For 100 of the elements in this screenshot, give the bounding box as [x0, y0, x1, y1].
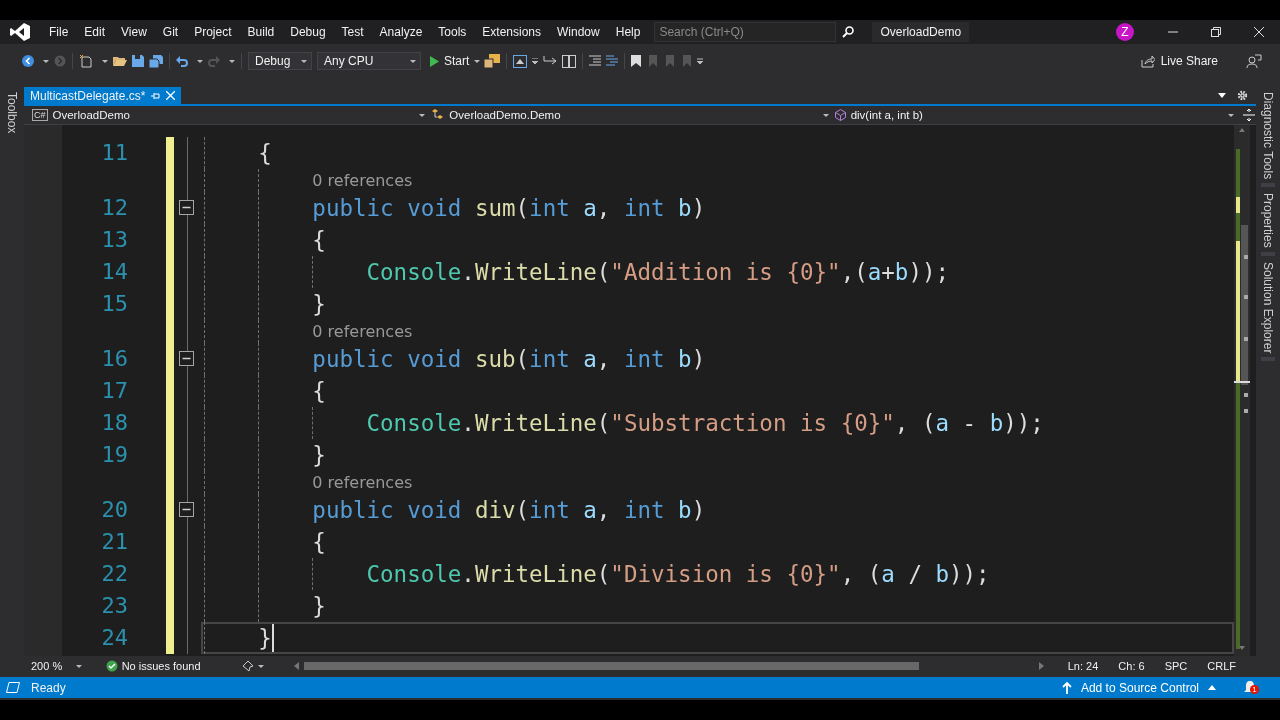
settings-icon[interactable]: [1237, 89, 1248, 101]
close-icon[interactable]: [1254, 27, 1264, 37]
collapse-icon[interactable]: [179, 502, 194, 518]
menu-item[interactable]: File: [41, 22, 77, 42]
code-line: }: [312, 441, 326, 468]
window-icon[interactable]: [513, 54, 528, 68]
menu-item[interactable]: Git: [154, 22, 187, 42]
menu-item[interactable]: View: [113, 22, 155, 42]
save-icon[interactable]: [132, 55, 144, 67]
feedback-icon[interactable]: [1246, 54, 1262, 68]
menu-item[interactable]: Extensions: [474, 22, 550, 42]
new-item-icon[interactable]: [79, 54, 93, 68]
line-number: 23: [100, 591, 129, 620]
restore-icon[interactable]: [1211, 27, 1221, 37]
line-number: 21: [100, 527, 129, 556]
cleanup-dropdown[interactable]: [241, 660, 264, 673]
menu-item[interactable]: Test: [333, 22, 372, 42]
layout-icon[interactable]: [562, 54, 577, 68]
bookmark-icon[interactable]: [631, 55, 642, 67]
source-control-button[interactable]: Add to Source Control: [1055, 679, 1222, 696]
line-number: 11: [100, 138, 129, 167]
caret-icon[interactable]: [301, 59, 307, 63]
references-link[interactable]: 0 references: [312, 170, 413, 190]
search-field[interactable]: Search (Ctrl+Q): [654, 22, 837, 42]
line-number: 24: [100, 623, 129, 652]
line-indicator: Ln: 24: [1067, 660, 1099, 673]
collapse-icon[interactable]: [179, 351, 194, 367]
configuration-dropdown[interactable]: Debug: [248, 52, 312, 70]
menu-item[interactable]: Debug: [282, 22, 334, 42]
undo-icon[interactable]: [176, 55, 188, 67]
type-dropdown[interactable]: OverloadDemo.Demo: [431, 106, 835, 124]
caret-icon[interactable]: [474, 59, 481, 63]
menu-item[interactable]: Analyze: [371, 22, 431, 42]
uncomment-icon[interactable]: [606, 55, 619, 67]
code-line: }: [312, 592, 326, 619]
menu-item[interactable]: Edit: [76, 22, 114, 42]
line-number: 22: [100, 559, 129, 588]
collapse-icon[interactable]: [179, 200, 194, 216]
column-indicator: Ch: 6: [1118, 660, 1145, 673]
overflow-icon[interactable]: [532, 58, 539, 64]
logo-icon: [9, 22, 31, 42]
split-icon[interactable]: [1242, 108, 1256, 123]
line-number: 18: [100, 408, 129, 437]
references-link[interactable]: 0 references: [312, 321, 413, 341]
class-icon: [431, 109, 445, 122]
live-share-button[interactable]: Live Share: [1134, 53, 1224, 69]
caret-icon[interactable]: [257, 664, 264, 668]
code-line: }: [258, 624, 272, 651]
line-number: 15: [100, 289, 129, 318]
panel-tab[interactable]: Diagnostic Tools: [1261, 86, 1275, 188]
panel-tab[interactable]: Properties: [1261, 187, 1275, 256]
menu-item[interactable]: Build: [239, 22, 283, 42]
search-icon: [842, 26, 855, 38]
caret-icon[interactable]: [197, 59, 203, 63]
code-line: public void sum(int a, int b): [312, 194, 706, 221]
panel-tab[interactable]: Solution Explorer: [1261, 255, 1275, 362]
line-number: 19: [100, 440, 129, 469]
hscroll-drawing[interactable]: [293, 660, 1044, 673]
menu-item[interactable]: Window: [549, 22, 608, 42]
open-folder-icon[interactable]: [113, 55, 127, 67]
member-dropdown[interactable]: div(int a, int b): [834, 106, 1240, 124]
caret-icon[interactable]: [1228, 113, 1234, 117]
pin-icon[interactable]: [151, 91, 161, 100]
whitespace-indicator[interactable]: SPC: [1164, 660, 1188, 673]
caret-icon[interactable]: [410, 59, 416, 63]
account-avatar[interactable]: Z: [1116, 23, 1134, 41]
caret-icon[interactable]: [102, 59, 108, 63]
caret-icon[interactable]: [229, 59, 235, 63]
upload-icon: [1061, 681, 1072, 694]
references-link[interactable]: 0 references: [312, 472, 413, 492]
browse-icon[interactable]: [484, 54, 501, 68]
line-number: 12: [100, 193, 129, 222]
panel-tab[interactable]: Toolbox: [5, 86, 19, 138]
menu-item[interactable]: Project: [186, 22, 240, 42]
document-tab[interactable]: MulticastDelegate.cs*: [24, 87, 182, 105]
caret-icon[interactable]: [75, 664, 82, 668]
zoom-dropdown[interactable]: 200 %: [31, 660, 82, 673]
menu-item[interactable]: Help: [607, 22, 649, 42]
step-icon[interactable]: [543, 55, 558, 67]
scrollbar-drawing[interactable]: [1234, 124, 1250, 656]
overflow-icon[interactable]: [697, 58, 704, 64]
comment-icon[interactable]: [589, 55, 602, 67]
back-icon[interactable]: [22, 55, 34, 67]
caret-icon[interactable]: [43, 59, 49, 63]
line-number: 17: [100, 376, 129, 405]
code-line: Console.WriteLine("Substraction is {0}", (a - b));: [366, 409, 1044, 436]
method-icon: [834, 109, 846, 122]
brush-icon: [241, 660, 254, 673]
line-number: 20: [100, 495, 129, 524]
caret-icon[interactable]: [822, 113, 829, 117]
save-all-icon[interactable]: [149, 54, 163, 68]
issues-indicator[interactable]: No issues found: [105, 660, 242, 673]
code-line: {: [312, 377, 326, 404]
caret-icon[interactable]: [419, 113, 426, 117]
start-button[interactable]: Start: [426, 54, 485, 68]
tab-list-icon[interactable]: [1218, 92, 1226, 98]
line-ending-indicator[interactable]: CRLF: [1207, 660, 1236, 673]
menu-item[interactable]: Tools: [430, 22, 475, 42]
platform-dropdown[interactable]: Any CPU: [317, 52, 421, 70]
project-dropdown[interactable]: C# OverloadDemo: [32, 106, 432, 124]
